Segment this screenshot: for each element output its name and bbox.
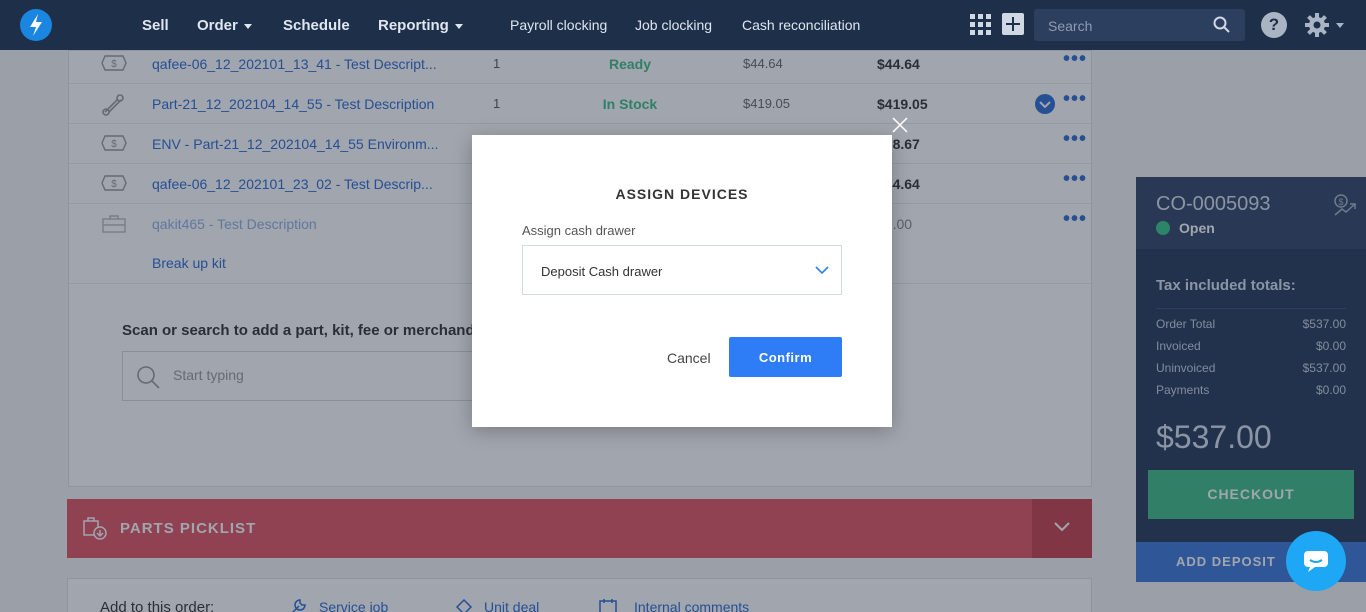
confirm-button[interactable]: Confirm — [729, 337, 842, 377]
nav-sell[interactable]: Sell — [142, 17, 169, 34]
nav-reporting[interactable]: Reporting — [378, 17, 463, 34]
help-icon[interactable]: ? — [1261, 12, 1287, 38]
app-logo-icon[interactable] — [20, 9, 52, 41]
modal-title: ASSIGN DEVICES — [615, 186, 749, 202]
gear-icon[interactable] — [1303, 11, 1331, 39]
nav-job-clocking[interactable]: Job clocking — [635, 17, 712, 33]
nav-schedule[interactable]: Schedule — [283, 17, 350, 34]
search-icon[interactable] — [1213, 16, 1231, 34]
top-nav-bar: Sell Order Schedule Reporting Payroll cl… — [0, 0, 1366, 50]
chat-launcher[interactable] — [1286, 531, 1346, 591]
global-search[interactable] — [1034, 9, 1245, 41]
cash-drawer-selected-value: Deposit Cash drawer — [541, 264, 663, 279]
nav-cash-reconciliation[interactable]: Cash reconciliation — [742, 17, 860, 33]
chevron-down-icon — [1336, 23, 1344, 28]
cash-drawer-select[interactable]: Deposit Cash drawer — [522, 245, 842, 295]
global-search-input[interactable] — [1048, 17, 1208, 35]
apps-grid-icon[interactable] — [970, 14, 992, 36]
nav-order[interactable]: Order — [197, 17, 252, 34]
nav-payroll-clocking[interactable]: Payroll clocking — [510, 17, 607, 33]
cash-drawer-label: Assign cash drawer — [522, 223, 636, 238]
close-icon[interactable] — [892, 117, 908, 133]
cancel-button[interactable]: Cancel — [667, 350, 711, 366]
chevron-down-icon — [454, 23, 463, 29]
chevron-down-icon — [243, 23, 252, 29]
assign-devices-modal: ASSIGN DEVICES Assign cash drawer Deposi… — [472, 117, 908, 427]
chevron-down-icon — [815, 266, 829, 275]
chat-icon — [1304, 551, 1328, 572]
add-new-icon[interactable] — [1002, 13, 1024, 35]
